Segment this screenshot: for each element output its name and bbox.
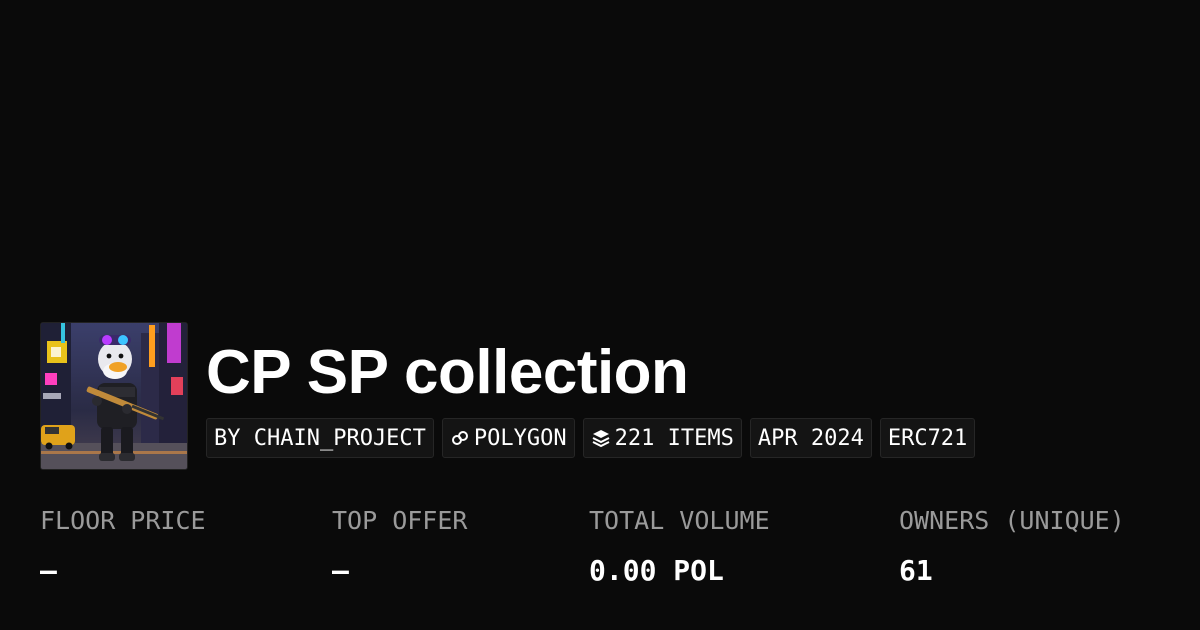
- created-date-label: APR 2024: [757, 425, 864, 451]
- total-volume-stat: TOTAL VOLUME 0.00 POL: [589, 504, 770, 588]
- collection-badges: BY CHAIN_PROJECT POLYGON 221 ITEMS APR 2…: [206, 418, 976, 458]
- collection-info: CP SP collection BY CHAIN_PROJECT POLYGO…: [206, 322, 976, 458]
- creator-badge[interactable]: BY CHAIN_PROJECT: [206, 418, 434, 458]
- floor-price-value: –: [40, 554, 57, 587]
- polygon-chain-icon: [450, 428, 470, 448]
- token-standard-badge: ERC721: [879, 418, 976, 458]
- owners-stat: OWNERS (UNIQUE) 61: [899, 504, 1125, 588]
- creator-label: BY CHAIN_PROJECT: [214, 425, 426, 451]
- floor-price-label: FLOOR PRICE: [40, 506, 206, 535]
- owners-label: OWNERS (UNIQUE): [899, 506, 1125, 535]
- items-count-label: 221 ITEMS: [614, 425, 734, 451]
- floor-price-stat: FLOOR PRICE –: [40, 504, 206, 588]
- total-volume-value: 0.00 POL: [589, 554, 724, 587]
- chain-badge[interactable]: POLYGON: [441, 418, 575, 458]
- top-offer-stat: TOP OFFER –: [332, 504, 467, 588]
- collection-title: CP SP collection: [206, 338, 689, 407]
- top-offer-value: –: [332, 554, 349, 587]
- created-date-badge: APR 2024: [749, 418, 872, 458]
- token-standard-label: ERC721: [887, 425, 968, 451]
- total-volume-label: TOTAL VOLUME: [589, 506, 770, 535]
- top-offer-label: TOP OFFER: [332, 506, 468, 535]
- collection-header: CP SP collection BY CHAIN_PROJECT POLYGO…: [40, 322, 976, 470]
- items-count-badge[interactable]: 221 ITEMS: [582, 418, 742, 458]
- collection-avatar[interactable]: [40, 322, 188, 470]
- owners-value: 61: [899, 554, 933, 587]
- chain-label: POLYGON: [473, 425, 567, 451]
- layers-icon: [591, 428, 611, 448]
